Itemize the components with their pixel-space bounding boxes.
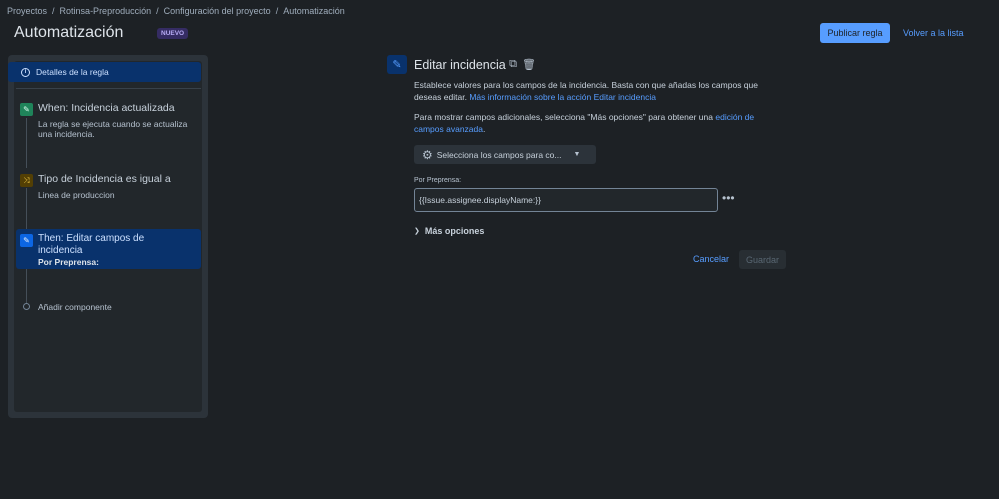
advanced-edit-description: Para mostrar campos adicionales, selecci… [414, 111, 784, 135]
step-title: Then: Editar campos de incidencia [38, 233, 145, 256]
title-actions: ⧉ 🗑 [507, 58, 536, 71]
step-desc: Linea de produccion [38, 190, 115, 200]
copy-icon[interactable]: ⧉ [507, 58, 519, 70]
chevron-down-icon: ▼ [573, 151, 581, 158]
rule-details-label: Detalles de la regla [36, 67, 109, 77]
chevron-right-icon: ❯ [414, 228, 420, 235]
step-title: Tipo de Incidencia es igual a [38, 173, 171, 185]
page-title: Automatización [14, 24, 124, 41]
description-end: . [483, 124, 486, 134]
field-label: Por Preprensa: [414, 177, 462, 184]
more-options-toggle[interactable]: ❯ Más opciones [414, 226, 484, 236]
pencil-icon: ✎ [387, 55, 407, 74]
cancel-button[interactable]: Cancelar [693, 254, 729, 264]
breadcrumb-item-automation[interactable]: Automatización [283, 6, 345, 16]
editor-description: Establece valores para los campos de la … [414, 79, 784, 103]
breadcrumb-separator: / [275, 6, 279, 16]
step-condition[interactable]: ⤨ Tipo de Incidencia es igual a Linea de… [16, 171, 201, 203]
breadcrumb-separator: / [156, 6, 159, 16]
breadcrumb: Proyectos / Rotinsa-Preproducción / Conf… [7, 6, 345, 16]
info-icon: i [21, 67, 30, 77]
trash-icon[interactable]: 🗑 [522, 58, 536, 71]
more-actions-icon[interactable]: ••• [722, 191, 735, 205]
step-action[interactable]: ✎ Then: Editar campos de incidencia Por … [16, 229, 201, 269]
save-button[interactable]: Guardar [739, 250, 786, 269]
shuffle-icon: ⤨ [20, 174, 33, 187]
description-text: Para mostrar campos adicionales, selecci… [414, 112, 713, 122]
divider [16, 88, 201, 89]
back-to-list-link[interactable]: Volver a la lista [903, 28, 964, 38]
add-component-icon [23, 303, 30, 310]
step-desc: La regla se ejecuta cuando se actualiza … [38, 119, 188, 139]
gear-icon: ⚙ [422, 147, 433, 162]
select-fields-label: Selecciona los campos para co... [436, 149, 562, 160]
select-fields-dropdown[interactable]: ⚙ Selecciona los campos para co... ▼ [414, 145, 596, 164]
learn-more-link[interactable]: Más información sobre la acción Editar i… [469, 92, 656, 102]
step-title: When: Incidencia actualizada [38, 102, 175, 114]
step-trigger[interactable]: ✎ When: Incidencia actualizada La regla … [16, 100, 201, 142]
publish-rule-button[interactable]: Publicar regla [820, 23, 890, 43]
step-desc: Por Preprensa: [38, 257, 99, 267]
preprensa-field-input[interactable] [414, 188, 718, 212]
more-options-label: Más opciones [424, 226, 485, 236]
breadcrumb-separator: / [52, 6, 55, 16]
pencil-icon: ✎ [20, 103, 33, 116]
breadcrumb-item-settings[interactable]: Configuración del proyecto [164, 6, 271, 16]
rule-details-item[interactable]: i Detalles de la regla [8, 62, 201, 82]
add-component-button[interactable]: Añadir componente [38, 302, 112, 312]
breadcrumb-item-proyectos[interactable]: Proyectos [7, 6, 47, 16]
pencil-icon: ✎ [20, 234, 33, 247]
editor-title: Editar incidencia [414, 58, 506, 72]
new-badge: NUEVO [157, 28, 189, 39]
breadcrumb-item-project[interactable]: Rotinsa-Preproducción [60, 6, 152, 16]
